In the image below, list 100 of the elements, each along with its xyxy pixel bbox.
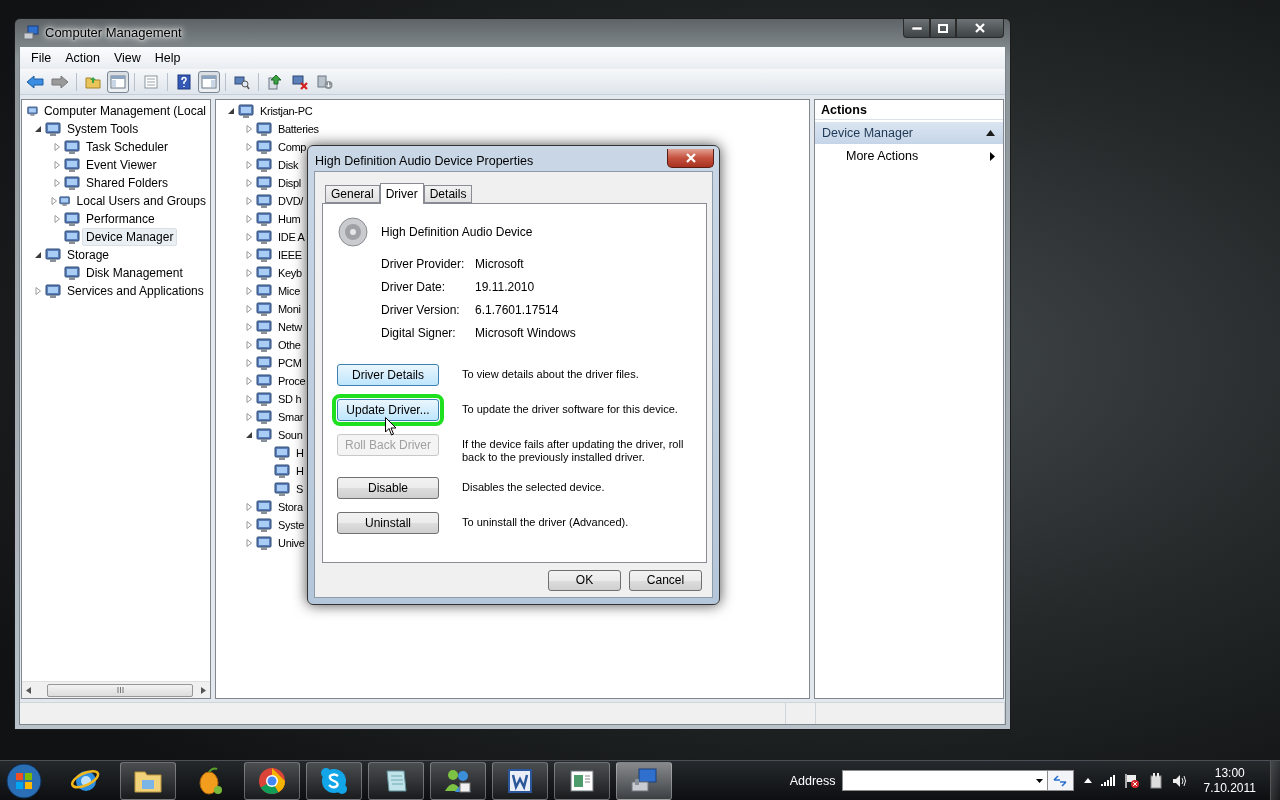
tree-item[interactable]: Mice xyxy=(274,283,301,299)
tree-item[interactable]: Event Viewer xyxy=(82,156,161,174)
tree-item[interactable]: Performance xyxy=(82,210,159,228)
tree-item[interactable]: Disk Management xyxy=(82,264,187,282)
taskbar-app-button[interactable] xyxy=(120,761,176,800)
computer-management-icon xyxy=(629,766,659,795)
tree-item[interactable]: H xyxy=(292,463,304,479)
tree-item[interactable]: Displ xyxy=(274,175,301,191)
maximize-button[interactable] xyxy=(930,19,956,38)
tree-item[interactable]: Netw xyxy=(274,319,302,335)
taskbar-app-button[interactable] xyxy=(244,761,300,800)
tray-expand-icon[interactable] xyxy=(1083,778,1092,783)
tree-item[interactable]: Kristjan-PC xyxy=(256,103,313,119)
tree-item[interactable]: Soun xyxy=(274,427,303,443)
tree-item[interactable]: Computer Management (Local xyxy=(39,102,210,120)
tree-item[interactable]: SD h xyxy=(274,391,302,407)
menu-item[interactable]: Help xyxy=(147,51,188,65)
dialog-button[interactable]: OK xyxy=(548,569,621,591)
driver-action-button[interactable]: Disable xyxy=(337,477,439,499)
taskbar-app-button[interactable] xyxy=(368,761,424,800)
tree-item[interactable]: PCM xyxy=(274,355,302,371)
expander-icon[interactable] xyxy=(226,107,235,115)
taskbar-app-button[interactable] xyxy=(306,761,362,800)
tree-item[interactable]: H xyxy=(292,445,304,461)
info-value: Microsoft Windows xyxy=(475,326,577,341)
tree-item[interactable]: Batteries xyxy=(274,121,319,137)
driver-action-button[interactable]: Driver Details xyxy=(337,364,439,386)
pane-icon xyxy=(110,74,126,89)
device-icon xyxy=(256,211,272,227)
device-icon xyxy=(256,247,272,263)
tree-item[interactable]: S xyxy=(292,481,304,497)
tree-item[interactable]: Keyb xyxy=(274,265,302,281)
tree-item[interactable]: IEEE xyxy=(274,247,302,263)
toolbar-button[interactable] xyxy=(198,70,220,93)
tree-item[interactable]: Task Scheduler xyxy=(82,138,173,156)
tree-item[interactable]: Syste xyxy=(274,517,304,533)
tree-item[interactable]: Unive xyxy=(274,535,305,551)
minimize-button[interactable] xyxy=(903,19,930,38)
scroll-left-icon[interactable] xyxy=(26,686,31,694)
taskbar-app-button[interactable] xyxy=(554,761,610,800)
grip-icon xyxy=(116,687,124,693)
tree-item[interactable]: Othe xyxy=(274,337,301,353)
menu-item[interactable]: Action xyxy=(58,51,107,65)
show-desktop-button[interactable] xyxy=(1270,760,1280,800)
tree-item[interactable]: IDE A xyxy=(274,229,305,245)
dialog-button[interactable]: Cancel xyxy=(629,569,702,591)
collapse-caret-icon[interactable] xyxy=(986,130,995,136)
tab[interactable]: General xyxy=(325,185,380,203)
dropdown-caret-icon[interactable] xyxy=(1035,778,1043,783)
tree-item[interactable]: Stora xyxy=(274,499,303,515)
folder-icon xyxy=(85,74,101,89)
menu-item[interactable]: View xyxy=(106,51,148,65)
expander-icon[interactable] xyxy=(33,251,42,259)
address-field[interactable] xyxy=(841,770,1048,791)
speaker-icon xyxy=(337,216,369,248)
tree-item[interactable]: Disk xyxy=(274,157,299,173)
tree-item[interactable]: Smar xyxy=(274,409,304,425)
expander-icon[interactable] xyxy=(33,125,42,133)
help-icon xyxy=(177,73,191,90)
signal-bars-icon[interactable] xyxy=(1100,775,1115,786)
tree-item[interactable]: Moni xyxy=(274,301,301,317)
power-plug-icon[interactable] xyxy=(1148,772,1163,789)
taskbar-app-button[interactable] xyxy=(616,761,672,800)
tree-item[interactable]: Local Users and Groups xyxy=(72,192,210,210)
tree-item[interactable]: DVD/ xyxy=(274,193,304,209)
tree-item[interactable]: System Tools xyxy=(63,120,143,138)
speaker-volume-icon[interactable] xyxy=(1171,773,1188,788)
tree-item[interactable]: Storage xyxy=(63,246,114,264)
tree-item[interactable]: Proce xyxy=(274,373,306,389)
tree-item[interactable]: Services and Applications xyxy=(63,282,208,300)
tab[interactable]: Driver xyxy=(379,183,424,204)
tree-item[interactable]: Device Manager xyxy=(82,228,178,246)
menu-item[interactable]: File xyxy=(24,51,59,65)
tree-item[interactable]: Hum xyxy=(274,211,301,227)
device-icon xyxy=(59,193,71,209)
device-icon xyxy=(238,103,254,119)
window-title: Computer Management xyxy=(45,25,183,40)
device-icon xyxy=(64,139,80,155)
actions-section-header[interactable]: Device Manager xyxy=(815,122,1003,144)
tree-item[interactable]: Comp xyxy=(274,139,307,155)
start-button[interactable] xyxy=(4,760,44,800)
taskbar-app-button[interactable] xyxy=(492,761,548,800)
info-label: Digital Signer: xyxy=(381,326,457,341)
action-item[interactable]: More Actions xyxy=(815,144,1003,168)
scrollbar-thumb[interactable] xyxy=(47,683,193,697)
device-icon xyxy=(256,121,272,137)
horizontal-scrollbar[interactable] xyxy=(22,681,210,698)
tree-item[interactable]: Shared Folders xyxy=(82,174,173,192)
driver-action-button[interactable]: Uninstall xyxy=(337,512,439,534)
close-button[interactable] xyxy=(667,148,714,168)
chat-cloud-icon xyxy=(319,765,349,796)
toolbar-button[interactable] xyxy=(107,70,129,93)
scroll-right-icon[interactable] xyxy=(201,686,206,694)
expander-icon[interactable] xyxy=(244,431,253,439)
action-description: To update the driver software for this device. xyxy=(462,402,679,416)
tab[interactable]: Details xyxy=(423,185,473,203)
close-button[interactable] xyxy=(956,19,1004,38)
flag-error-icon[interactable] xyxy=(1123,772,1140,789)
device-icon xyxy=(256,409,272,425)
taskbar-app-button[interactable] xyxy=(430,761,486,800)
